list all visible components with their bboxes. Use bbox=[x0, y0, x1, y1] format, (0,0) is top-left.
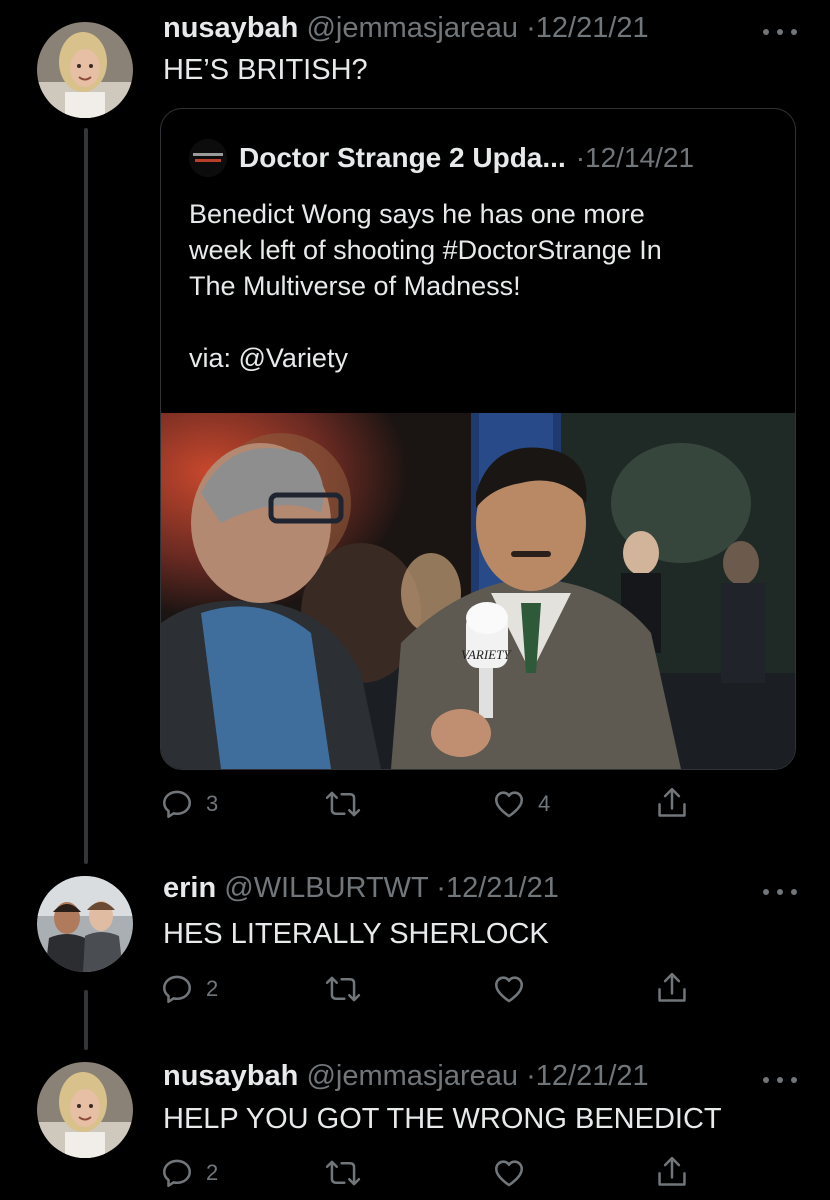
retweet-button[interactable] bbox=[325, 787, 361, 821]
display-name[interactable]: nusaybah bbox=[163, 12, 298, 44]
tweet-date[interactable]: 12/21/21 bbox=[446, 872, 559, 904]
tweet-header: nusaybah @jemmasjareau ·12/21/21 bbox=[163, 1060, 649, 1093]
quoted-header: Doctor Strange 2 Upda... · 12/14/21 bbox=[189, 139, 694, 177]
tweet-text: HE’S BRITISH? bbox=[163, 54, 368, 86]
like-count: 4 bbox=[538, 791, 551, 816]
retweet-button[interactable] bbox=[325, 972, 361, 1006]
share-button[interactable] bbox=[655, 1154, 689, 1190]
like-button[interactable] bbox=[492, 972, 526, 1006]
reply-button[interactable]: 3 bbox=[160, 787, 218, 821]
retweet-button[interactable] bbox=[325, 1156, 361, 1190]
avatar[interactable] bbox=[37, 22, 133, 118]
like-icon bbox=[494, 1160, 524, 1187]
separator: · bbox=[575, 142, 586, 173]
separator: · bbox=[526, 12, 536, 44]
reply-count: 2 bbox=[206, 976, 219, 1001]
separator: · bbox=[436, 872, 446, 904]
retweet-icon bbox=[325, 976, 361, 1002]
share-icon bbox=[658, 787, 686, 817]
avatar[interactable] bbox=[37, 1062, 133, 1158]
reply-button[interactable]: 2 bbox=[160, 972, 218, 1006]
tweet-header: erin @WILBURTWT ·12/21/21 bbox=[163, 872, 559, 905]
quoted-media-image[interactable]: VARIETY bbox=[161, 413, 795, 769]
like-button[interactable] bbox=[492, 1156, 526, 1190]
reply-icon bbox=[162, 790, 192, 819]
user-handle[interactable]: @jemmasjareau bbox=[306, 1060, 518, 1092]
tweet-date[interactable]: 12/21/21 bbox=[536, 12, 649, 44]
quoted-tweet[interactable]: Doctor Strange 2 Upda... · 12/14/21 Bened… bbox=[160, 108, 796, 770]
separator: · bbox=[526, 1060, 536, 1092]
tweet-text: HELP YOU GOT THE WRONG BENEDICT bbox=[163, 1103, 722, 1135]
share-icon bbox=[658, 972, 686, 1002]
tweet-text: HES LITERALLY SHERLOCK bbox=[163, 918, 549, 950]
retweet-icon bbox=[325, 791, 361, 817]
reply-count: 2 bbox=[206, 1160, 219, 1185]
quoted-text-line: week left of shooting #DoctorStrange In bbox=[189, 235, 662, 265]
mic-brand-text: VARIETY bbox=[461, 647, 512, 662]
avatar[interactable] bbox=[37, 876, 133, 972]
more-icon[interactable] bbox=[763, 26, 797, 38]
quoted-text-line: via: @Variety bbox=[189, 343, 348, 373]
thread-line bbox=[84, 990, 88, 1050]
more-icon[interactable] bbox=[763, 1074, 797, 1086]
like-icon bbox=[494, 976, 524, 1003]
more-icon[interactable] bbox=[763, 886, 797, 898]
reply-button[interactable]: 2 bbox=[160, 1156, 218, 1190]
like-icon bbox=[494, 791, 524, 818]
user-handle[interactable]: @WILBURTWT bbox=[224, 872, 428, 904]
reply-count: 3 bbox=[206, 791, 219, 816]
quoted-text-line: The Multiverse of Madness! bbox=[189, 271, 521, 301]
user-handle[interactable]: @jemmasjareau bbox=[306, 12, 518, 44]
tweet-header: nusaybah @jemmasjareau ·12/21/21 bbox=[163, 12, 649, 45]
share-button[interactable] bbox=[655, 785, 689, 821]
tweet-date[interactable]: 12/21/21 bbox=[536, 1060, 649, 1092]
thread-line bbox=[84, 128, 88, 864]
reply-icon bbox=[162, 1159, 192, 1188]
quoted-date[interactable]: 12/14/21 bbox=[585, 142, 694, 174]
like-button[interactable]: 4 bbox=[492, 787, 550, 821]
display-name[interactable]: erin bbox=[163, 872, 216, 904]
display-name[interactable]: nusaybah bbox=[163, 1060, 298, 1092]
quoted-avatar bbox=[189, 139, 227, 177]
share-icon bbox=[658, 1156, 686, 1186]
share-button[interactable] bbox=[655, 970, 689, 1006]
quoted-display-name[interactable]: Doctor Strange 2 Upda... bbox=[239, 142, 566, 174]
retweet-icon bbox=[325, 1160, 361, 1186]
quoted-text-line: Benedict Wong says he has one more bbox=[189, 199, 645, 229]
reply-icon bbox=[162, 975, 192, 1004]
